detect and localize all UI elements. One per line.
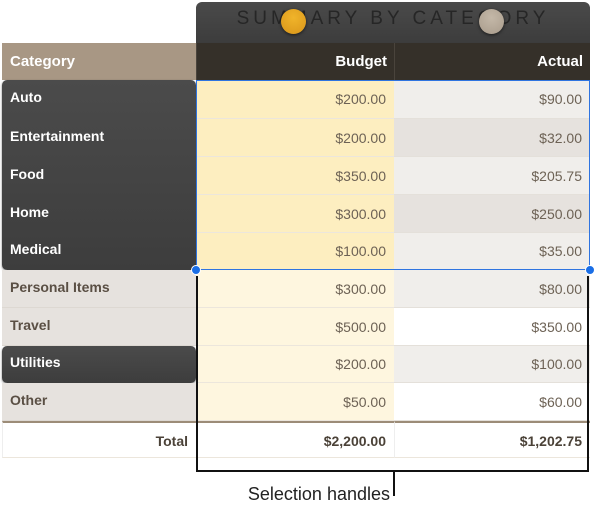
actual-cell[interactable]: $90.00	[394, 80, 590, 119]
category-label: Personal Items	[10, 279, 110, 295]
color-dot-actual	[479, 9, 504, 34]
header-actual[interactable]: Actual	[394, 43, 590, 80]
budget-cell[interactable]: $100.00	[196, 233, 394, 270]
header-budget[interactable]: Budget	[196, 43, 394, 80]
category-cell[interactable]: Auto	[2, 80, 196, 119]
header-category[interactable]: Category	[2, 43, 196, 80]
category-label: Food	[10, 166, 45, 182]
category-label: Auto	[10, 89, 42, 105]
actual-cell[interactable]: $32.00	[394, 119, 590, 157]
category-label: Medical	[10, 241, 62, 257]
selection-handle-right[interactable]	[585, 265, 595, 275]
actual-cell[interactable]: $35.00	[394, 233, 590, 270]
budget-cell[interactable]: $200.00	[196, 119, 394, 157]
category-cell[interactable]: Utilities	[2, 346, 196, 383]
category-label: Entertainment	[10, 128, 105, 144]
category-cell[interactable]: Other	[2, 383, 196, 421]
total-label: Total	[2, 421, 196, 458]
category-label: Utilities	[10, 354, 61, 370]
actual-cell[interactable]: $250.00	[394, 195, 590, 233]
table-title-bar[interactable]: SUMMARY BY CATEGORY	[196, 2, 590, 44]
category-label: Travel	[10, 317, 51, 333]
category-cell[interactable]: Personal Items	[2, 270, 196, 308]
budget-cell[interactable]: $200.00	[196, 80, 394, 119]
category-label: Other	[10, 392, 48, 408]
category-cell[interactable]: Entertainment	[2, 119, 196, 157]
category-cell[interactable]: Food	[2, 157, 196, 195]
selection-handle-left[interactable]	[191, 265, 201, 275]
budget-cell[interactable]: $350.00	[196, 157, 394, 195]
color-dot-budget	[281, 9, 306, 34]
category-cell[interactable]: Travel	[2, 308, 196, 346]
actual-cell[interactable]: $205.75	[394, 157, 590, 195]
budget-cell[interactable]: $300.00	[196, 195, 394, 233]
category-label: Home	[10, 204, 49, 220]
callout-line	[393, 472, 395, 496]
callout-label: Selection handles	[247, 484, 390, 504]
category-cell[interactable]: Medical	[2, 233, 196, 270]
callout-bracket	[196, 276, 589, 472]
category-cell[interactable]: Home	[2, 195, 196, 233]
